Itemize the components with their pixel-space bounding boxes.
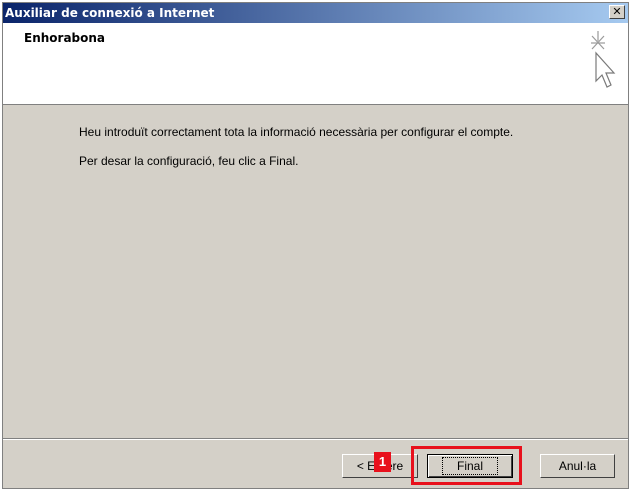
step-badge: 1 — [374, 452, 391, 472]
divider — [3, 438, 628, 440]
info-text-1: Heu introduït correctament tota la infor… — [79, 125, 514, 139]
close-button[interactable]: ✕ — [609, 5, 625, 19]
close-icon: ✕ — [612, 5, 622, 18]
window-title: Auxiliar de connexió a Internet — [5, 6, 215, 20]
cancel-button[interactable]: Anul·la — [540, 454, 615, 478]
info-text-2: Per desar la configuració, feu clic a Fi… — [79, 154, 299, 168]
wizard-header: Enhorabona — [3, 23, 628, 105]
page-title: Enhorabona — [24, 31, 106, 45]
title-bar[interactable]: Auxiliar de connexió a Internet ✕ — [3, 3, 628, 23]
wizard-window: Auxiliar de connexió a Internet ✕ Enhora… — [2, 2, 629, 489]
wizard-cursor-icon — [591, 31, 616, 88]
highlight-marker — [411, 446, 522, 485]
